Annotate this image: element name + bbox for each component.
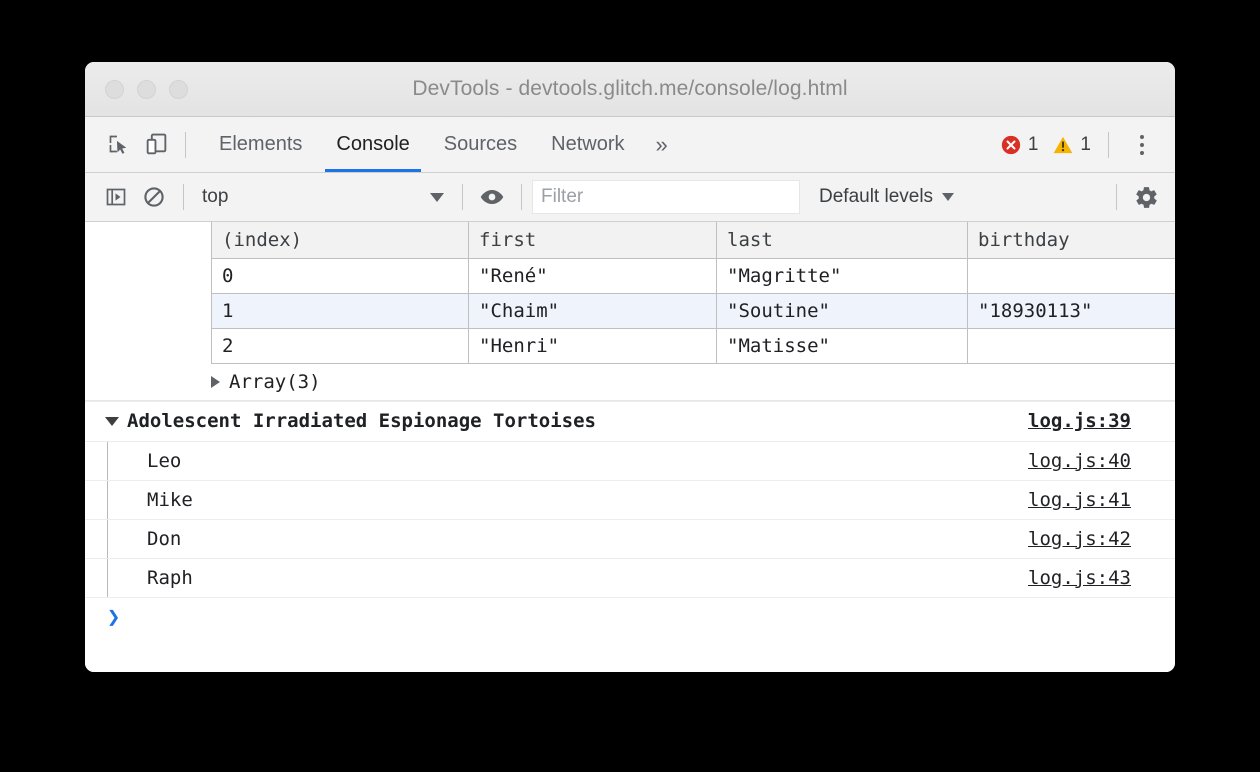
column-header-last[interactable]: last bbox=[717, 222, 968, 258]
devtools-tabbar: Elements Console Sources Network » 1 bbox=[85, 117, 1175, 173]
log-message-text: Mike bbox=[147, 489, 193, 511]
close-window-button[interactable] bbox=[105, 80, 124, 99]
cell-index: 2 bbox=[212, 328, 469, 363]
console-group-header[interactable]: Adolescent Irradiated Espionage Tortoise… bbox=[85, 401, 1175, 442]
column-header-index[interactable]: (index) bbox=[212, 222, 469, 258]
log-message-text: Leo bbox=[147, 450, 181, 472]
tab-sources-label: Sources bbox=[444, 133, 517, 156]
devtools-window: DevTools - devtools.glitch.me/console/lo… bbox=[85, 62, 1175, 672]
console-message-list[interactable]: (index) first last birthday 0 "René" "Ma… bbox=[85, 222, 1175, 672]
settings-divider bbox=[1116, 184, 1117, 210]
live-expression-eye-icon[interactable] bbox=[473, 178, 511, 216]
column-header-birthday[interactable]: birthday bbox=[968, 222, 1176, 258]
context-divider bbox=[462, 184, 463, 210]
inspect-element-icon[interactable] bbox=[99, 126, 137, 164]
cell-last: "Matisse" bbox=[717, 328, 968, 363]
error-circle-icon bbox=[1000, 134, 1022, 156]
log-levels-select[interactable]: Default levels bbox=[813, 186, 960, 208]
log-message-text: Don bbox=[147, 528, 181, 550]
table-row[interactable]: 1 "Chaim" "Soutine" "18930113" bbox=[212, 293, 1176, 328]
window-title: DevTools - devtools.glitch.me/console/lo… bbox=[85, 77, 1175, 101]
tab-elements[interactable]: Elements bbox=[202, 117, 319, 172]
kebab-dot bbox=[1140, 151, 1144, 155]
eye-divider bbox=[521, 184, 522, 210]
tab-network[interactable]: Network bbox=[534, 117, 641, 172]
console-table: (index) first last birthday 0 "René" "Ma… bbox=[211, 222, 1175, 364]
cell-last: "Soutine" bbox=[717, 293, 968, 328]
chevron-down-icon bbox=[942, 193, 954, 201]
cell-first: "René" bbox=[469, 258, 717, 293]
kebab-dot bbox=[1140, 135, 1144, 139]
cell-birthday: "18930113" bbox=[968, 293, 1176, 328]
source-link[interactable]: log.js:40 bbox=[1028, 450, 1131, 472]
error-count-label: 1 bbox=[1028, 134, 1039, 156]
cell-birthday bbox=[968, 328, 1176, 363]
console-toolbar: top Default levels bbox=[85, 173, 1175, 222]
filter-input[interactable] bbox=[532, 180, 800, 214]
cell-birthday bbox=[968, 258, 1176, 293]
console-toolbar-right bbox=[1106, 178, 1165, 216]
column-header-first[interactable]: first bbox=[469, 222, 717, 258]
log-levels-value: Default levels bbox=[819, 186, 933, 208]
warning-triangle-icon bbox=[1052, 134, 1074, 156]
window-titlebar: DevTools - devtools.glitch.me/console/lo… bbox=[85, 62, 1175, 117]
array-summary-row[interactable]: Array(3) bbox=[85, 364, 1175, 401]
maximize-window-button[interactable] bbox=[169, 80, 188, 99]
console-group-title: Adolescent Irradiated Espionage Tortoise… bbox=[127, 410, 596, 432]
table-header-row: (index) first last birthday bbox=[212, 222, 1176, 258]
more-tabs-icon[interactable]: » bbox=[642, 117, 680, 172]
collapse-triangle-icon[interactable] bbox=[105, 417, 119, 426]
chevron-down-icon bbox=[430, 193, 444, 202]
tabbar-divider bbox=[185, 132, 186, 158]
warning-count-badge[interactable]: 1 bbox=[1045, 134, 1098, 156]
tab-console[interactable]: Console bbox=[319, 117, 426, 172]
cell-index: 0 bbox=[212, 258, 469, 293]
source-link[interactable]: log.js:39 bbox=[1028, 410, 1131, 432]
table-row[interactable]: 0 "René" "Magritte" bbox=[212, 258, 1176, 293]
source-link[interactable]: log.js:41 bbox=[1028, 489, 1131, 511]
tab-network-label: Network bbox=[551, 133, 624, 156]
prompt-arrow-icon: ❯ bbox=[107, 605, 120, 630]
source-link[interactable]: log.js:42 bbox=[1028, 528, 1131, 550]
execution-context-value: top bbox=[202, 186, 228, 208]
tab-elements-label: Elements bbox=[219, 133, 302, 156]
traffic-light-buttons bbox=[105, 80, 188, 99]
device-toolbar-icon[interactable] bbox=[137, 126, 175, 164]
warning-count-label: 1 bbox=[1080, 134, 1091, 156]
cell-index: 1 bbox=[212, 293, 469, 328]
console-sidebar-icon[interactable] bbox=[97, 178, 135, 216]
clear-console-icon[interactable] bbox=[135, 178, 173, 216]
console-log-row[interactable]: Don log.js:42 bbox=[85, 520, 1175, 559]
console-log-row[interactable]: Mike log.js:41 bbox=[85, 481, 1175, 520]
cell-last: "Magritte" bbox=[717, 258, 968, 293]
source-link[interactable]: log.js:43 bbox=[1028, 567, 1131, 589]
kebab-menu-icon[interactable] bbox=[1125, 128, 1159, 162]
execution-context-select[interactable]: top bbox=[194, 182, 452, 212]
more-tabs-label: » bbox=[656, 132, 668, 158]
console-prompt[interactable]: ❯ bbox=[85, 598, 1175, 638]
minimize-window-button[interactable] bbox=[137, 80, 156, 99]
panel-tabs: Elements Console Sources Network » bbox=[202, 117, 680, 172]
console-table-wrapper: (index) first last birthday 0 "René" "Ma… bbox=[85, 222, 1175, 364]
error-count-badge[interactable]: 1 bbox=[993, 134, 1046, 156]
log-message-text: Raph bbox=[147, 567, 193, 589]
tab-console-label: Console bbox=[336, 133, 409, 156]
tab-sources[interactable]: Sources bbox=[427, 117, 534, 172]
array-summary-label: Array(3) bbox=[229, 371, 321, 393]
cell-first: "Chaim" bbox=[469, 293, 717, 328]
console-log-row[interactable]: Raph log.js:43 bbox=[85, 559, 1175, 598]
console-toolbar-divider bbox=[183, 184, 184, 210]
console-log-row[interactable]: Leo log.js:40 bbox=[85, 442, 1175, 481]
expand-triangle-icon[interactable] bbox=[211, 376, 220, 388]
tabbar-status-area: 1 1 bbox=[993, 128, 1163, 162]
table-row[interactable]: 2 "Henri" "Matisse" bbox=[212, 328, 1176, 363]
cell-first: "Henri" bbox=[469, 328, 717, 363]
kebab-dot bbox=[1140, 143, 1144, 147]
status-divider bbox=[1108, 132, 1109, 158]
settings-gear-icon[interactable] bbox=[1127, 178, 1165, 216]
